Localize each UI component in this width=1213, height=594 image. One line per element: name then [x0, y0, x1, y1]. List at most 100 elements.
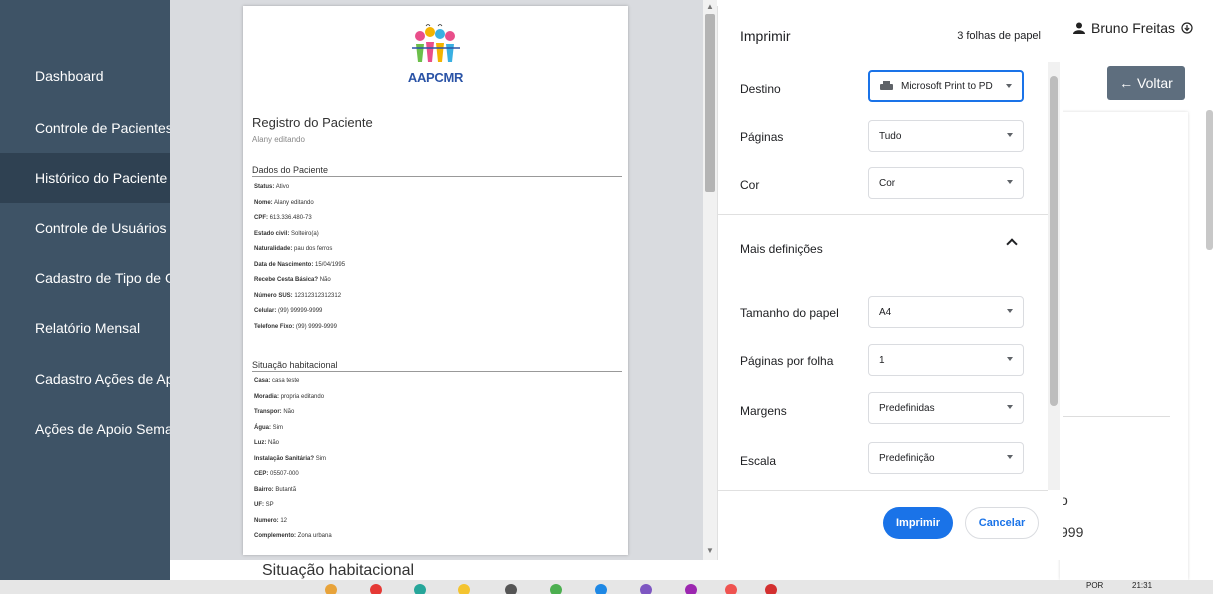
- more-settings-label[interactable]: Mais definições: [740, 242, 823, 256]
- margins-label: Margens: [740, 404, 787, 418]
- section-heading: Situação habitacional: [262, 562, 415, 579]
- chevron-down-icon: [1007, 133, 1013, 137]
- taskbar-app-icon[interactable]: [505, 584, 517, 594]
- preview-field-label: Nome:: [254, 199, 273, 206]
- section-situacao-habitacional: Situação habitacional: [252, 360, 622, 372]
- user-menu[interactable]: Bruno Freitas: [1073, 20, 1193, 36]
- preview-field-label: Luz:: [254, 440, 267, 446]
- paper-size-label: Tamanho do papel: [740, 306, 839, 320]
- destination-select[interactable]: Microsoft Print to PD: [868, 70, 1024, 102]
- preview-field-label: Transpor:: [254, 409, 282, 415]
- app-sidebar: Dashboard Controle de Pacientes Históric…: [0, 0, 170, 580]
- aapcmr-logo: AAPCMR: [398, 22, 473, 92]
- margins-value: Predefinidas: [879, 402, 935, 414]
- chevron-down-icon: [1007, 309, 1013, 313]
- destination-label: Destino: [740, 82, 781, 96]
- sheet-count: 3 folhas de papel: [957, 30, 1041, 42]
- preview-field: Luz: Não: [254, 440, 279, 446]
- preview-field: Bairro: Butantã: [254, 487, 296, 493]
- preview-field: UF: SP: [254, 502, 274, 508]
- taskbar-app-icon[interactable]: [370, 584, 382, 594]
- preview-field-label: Moradia:: [254, 393, 280, 400]
- cancel-button[interactable]: Cancelar: [965, 507, 1039, 539]
- paper-size-value: A4: [879, 306, 892, 318]
- sidebar-item-controle-usuarios[interactable]: Controle de Usuários: [0, 203, 170, 253]
- settings-scrollbar-thumb[interactable]: [1050, 76, 1058, 406]
- print-button[interactable]: Imprimir: [883, 507, 953, 539]
- preview-field: Status: Ativo: [254, 184, 289, 190]
- pages-select[interactable]: Tudo: [868, 120, 1024, 152]
- preview-field: Numero: 12: [254, 518, 287, 524]
- user-icon: [1073, 22, 1085, 34]
- chevron-down-icon: [1006, 84, 1012, 88]
- divider: [1060, 416, 1170, 417]
- pages-per-sheet-select[interactable]: 1: [868, 344, 1024, 376]
- sidebar-item-relatorio-mensal[interactable]: Relatório Mensal: [0, 303, 170, 353]
- sidebar-item-cadastro-tipo[interactable]: Cadastro de Tipo de Ga: [0, 253, 170, 303]
- taskbar-app-icon[interactable]: [325, 584, 337, 594]
- preview-field-value: Sim: [315, 455, 327, 462]
- taskbar: POR 21:31: [0, 580, 1213, 594]
- preview-field-value: Não: [319, 277, 331, 283]
- scroll-up-icon[interactable]: ▲: [706, 2, 714, 11]
- preview-field-label: Numero:: [254, 517, 279, 524]
- sidebar-item-acoes-apoio[interactable]: Ações de Apoio Seman: [0, 404, 170, 454]
- taskbar-app-icon[interactable]: [550, 584, 562, 594]
- taskbar-app-icon[interactable]: [414, 584, 426, 594]
- taskbar-app-icon[interactable]: [725, 584, 737, 594]
- sidebar-item-dashboard[interactable]: Dashboard: [0, 51, 170, 101]
- preview-field-value: propria editando: [280, 393, 325, 400]
- taskbar-app-icon[interactable]: [595, 584, 607, 594]
- logo-text: AAPCMR: [407, 70, 464, 85]
- preview-field-value: Não: [268, 440, 280, 446]
- pages-per-sheet-value: 1: [879, 354, 885, 366]
- preview-field: Moradia: propria editando: [254, 394, 324, 400]
- scale-value: Predefinição: [879, 452, 935, 464]
- margins-select[interactable]: Predefinidas: [868, 392, 1024, 424]
- preview-field-value: 05507-000: [270, 471, 299, 477]
- back-button[interactable]: ← Voltar: [1107, 66, 1185, 100]
- sidebar-item-historico-paciente[interactable]: Histórico do Paciente: [0, 153, 170, 203]
- preview-field-value: (99) 99999-9999: [278, 308, 323, 314]
- page-scrollbar[interactable]: [1206, 110, 1213, 250]
- preview-field-value: Sim: [272, 424, 284, 431]
- preview-scrollbar-thumb[interactable]: [705, 14, 715, 192]
- clock[interactable]: 21:31: [1132, 581, 1152, 590]
- preview-field-value: Zona urbana: [297, 533, 332, 539]
- preview-field-value: Solteiro(a): [291, 230, 319, 237]
- pages-label: Páginas: [740, 130, 784, 144]
- preview-field: CEP: 05507-000: [254, 471, 299, 477]
- preview-field-label: Instalação Sanitária?: [254, 455, 315, 462]
- preview-field-value: 15/04/1995: [315, 261, 346, 268]
- color-select[interactable]: Cor: [868, 167, 1024, 199]
- scale-select[interactable]: Predefinição: [868, 442, 1024, 474]
- chevron-down-icon: [1007, 357, 1013, 361]
- preview-field-label: UF:: [254, 502, 264, 508]
- preview-field: Data de Nascimento: 15/04/1995: [254, 262, 345, 268]
- taskbar-app-icon[interactable]: [685, 584, 697, 594]
- language-indicator[interactable]: POR: [1086, 581, 1103, 590]
- pages-value: Tudo: [879, 130, 902, 142]
- preview-field-label: Recebe Cesta Básica?: [254, 277, 319, 283]
- printer-icon: [880, 81, 893, 91]
- document-subtitle: Alany editando: [252, 135, 305, 144]
- chevron-down-icon: [1007, 455, 1013, 459]
- print-title: Imprimir: [740, 28, 791, 44]
- paper-size-select[interactable]: A4: [868, 296, 1024, 328]
- sidebar-item-cadastro-acoes[interactable]: Cadastro Ações de Apo: [0, 354, 170, 404]
- scroll-down-icon[interactable]: ▼: [706, 546, 714, 555]
- taskbar-app-icon[interactable]: [458, 584, 470, 594]
- divider: [718, 214, 1048, 215]
- chevron-up-icon[interactable]: [1006, 238, 1018, 250]
- taskbar-app-icon[interactable]: [765, 584, 777, 594]
- preview-field-value: SP: [265, 502, 274, 508]
- sidebar-item-controle-pacientes[interactable]: Controle de Pacientes: [0, 103, 170, 153]
- preview-field: Número SUS: 12312312312312: [254, 293, 341, 299]
- document-title: Registro do Paciente: [252, 115, 373, 130]
- preview-field-value: casa teste: [272, 378, 300, 384]
- pages-per-sheet-label: Páginas por folha: [740, 354, 834, 368]
- preview-field: Celular: (99) 99999-9999: [254, 308, 322, 314]
- preview-field-value: Não: [283, 409, 295, 415]
- taskbar-app-icon[interactable]: [640, 584, 652, 594]
- destination-value: Microsoft Print to PD: [901, 80, 993, 92]
